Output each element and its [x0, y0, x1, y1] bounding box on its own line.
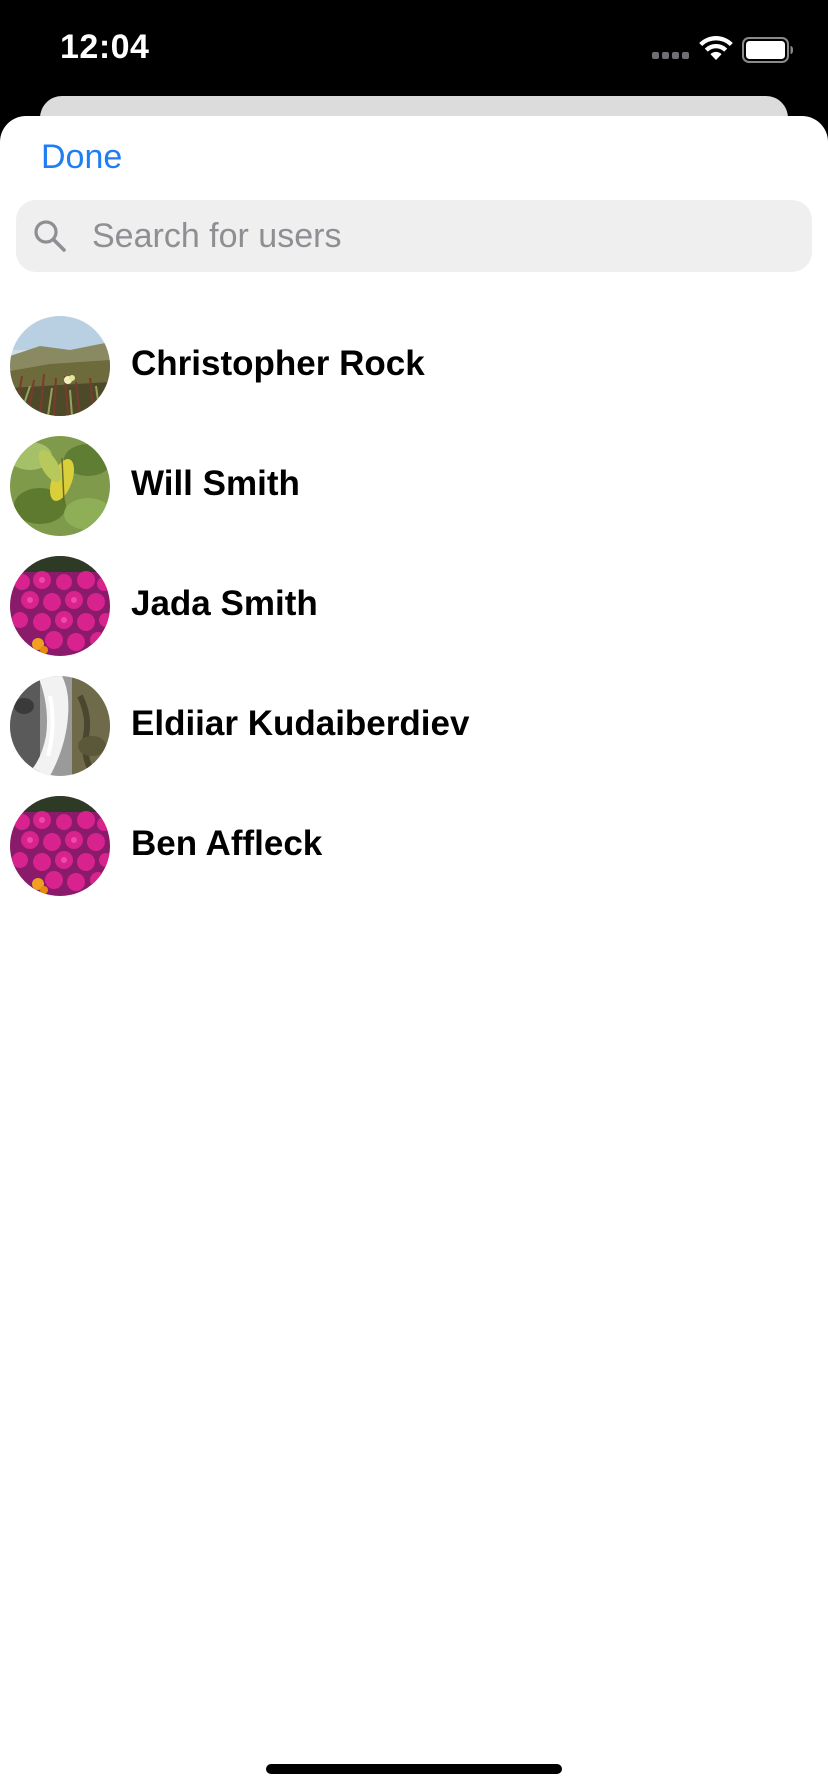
user-row[interactable]: Will Smith [0, 426, 828, 546]
user-name: Will Smith [131, 464, 300, 503]
avatar [10, 796, 110, 896]
wifi-icon [699, 36, 733, 60]
search-bar[interactable] [16, 200, 812, 272]
home-indicator [266, 1764, 562, 1774]
avatar [10, 436, 110, 536]
user-row[interactable]: Ben Affleck [0, 786, 828, 906]
search-icon [34, 220, 66, 252]
user-row[interactable]: Eldiiar Kudaiberdiev [0, 666, 828, 786]
user-name: Jada Smith [131, 584, 318, 623]
user-row[interactable]: Jada Smith [0, 546, 828, 666]
avatar [10, 676, 110, 776]
pink-flowers-photo [10, 556, 110, 656]
done-button[interactable]: Done [41, 138, 122, 177]
screen: 12:04 Done Search for users Christopher … [0, 0, 828, 1792]
user-name: Christopher Rock [131, 344, 425, 383]
avatar [10, 556, 110, 656]
search-input[interactable] [78, 200, 798, 272]
user-list: Christopher Rock Will Smith Jada Smith E… [0, 306, 828, 906]
cellular-signal-icon [652, 52, 690, 60]
pink-flowers-photo [10, 796, 110, 896]
green-leaves-photo [10, 436, 110, 536]
status-time: 12:04 [60, 28, 150, 66]
grass-field-photo [10, 316, 110, 416]
battery-icon [742, 37, 793, 63]
waterfall-photo [10, 676, 110, 776]
user-name: Eldiiar Kudaiberdiev [131, 704, 470, 743]
status-bar: 12:04 [0, 0, 828, 100]
user-name: Ben Affleck [131, 824, 323, 863]
user-row[interactable]: Christopher Rock [0, 306, 828, 426]
avatar [10, 316, 110, 416]
user-search-sheet: Done Search for users Christopher Rock W… [0, 116, 828, 1792]
